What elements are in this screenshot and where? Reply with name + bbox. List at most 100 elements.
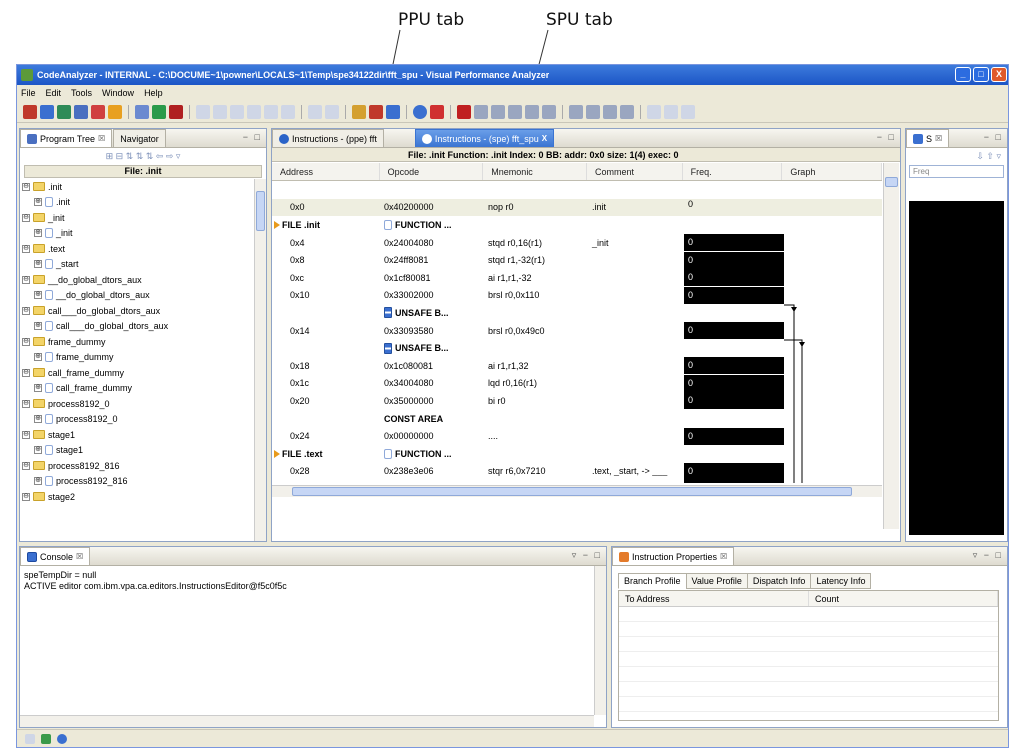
- collapse-icon[interactable]: ⊖: [22, 368, 30, 377]
- tab-spu-instructions[interactable]: Instructions - (spe) fft_spu X: [414, 129, 555, 147]
- close-tab-icon[interactable]: ☒: [935, 134, 942, 143]
- menu-tools[interactable]: Tools: [71, 88, 92, 98]
- search-icon[interactable]: [474, 104, 488, 119]
- collapse-icon[interactable]: ⊖: [22, 275, 30, 284]
- table-row[interactable]: 0x24 0x00000000.... 0: [272, 427, 882, 445]
- tab-side[interactable]: S ☒: [906, 129, 950, 147]
- column-to-address[interactable]: To Address: [619, 591, 809, 606]
- tree-item[interactable]: ⊕ process8192_0: [22, 412, 252, 428]
- back-icon[interactable]: [647, 104, 661, 119]
- instructions-hscrollbar[interactable]: [272, 485, 882, 497]
- tree-item[interactable]: ⊕ stage1: [22, 443, 252, 459]
- tab-console[interactable]: Console ☒: [20, 547, 91, 565]
- columns-icon[interactable]: [325, 104, 339, 119]
- close-tab-icon[interactable]: ☒: [98, 134, 105, 143]
- tree-item[interactable]: ⊖ stage1: [22, 427, 252, 443]
- table-row[interactable]: 0x20 0x35000000 bi r0 0: [272, 392, 882, 410]
- new-view-icon[interactable]: [25, 733, 35, 744]
- expand-icon[interactable]: ⊕: [34, 260, 42, 269]
- table-row[interactable]: 0xc 0x1cf80081 ai r1,r1,-32 0: [272, 269, 882, 287]
- view-controls[interactable]: ▿ − □: [973, 550, 1003, 561]
- menu-window[interactable]: Window: [102, 88, 134, 98]
- filter-icon[interactable]: [264, 104, 278, 119]
- step-icon[interactable]: [196, 104, 210, 119]
- console-scrollbar[interactable]: [594, 566, 606, 715]
- column-freq[interactable]: Freq.: [683, 163, 783, 180]
- tree-item[interactable]: ⊖ __do_global_dtors_aux: [22, 272, 252, 288]
- report-icon[interactable]: [525, 104, 539, 119]
- globe-icon[interactable]: [57, 733, 67, 744]
- expand-icon[interactable]: ⊕: [34, 229, 42, 238]
- expand-icon[interactable]: ⊕: [34, 353, 42, 362]
- expand-icon[interactable]: ⊕: [34, 477, 42, 486]
- view-controls[interactable]: − □: [984, 132, 1003, 142]
- freq-select[interactable]: Freq: [909, 165, 1004, 178]
- chart-icon[interactable]: [23, 104, 37, 119]
- collapse-icon[interactable]: ⊖: [22, 182, 30, 191]
- tree-item[interactable]: ⊖ call___do_global_dtors_aux: [22, 303, 252, 319]
- table-row[interactable]: 0x18 0x1c080081 ai r1,r1,32 0: [272, 357, 882, 375]
- section-row[interactable]: UNSAFE B...: [272, 339, 882, 357]
- tree-item[interactable]: ⊕ call___do_global_dtors_aux: [22, 319, 252, 335]
- console-hscrollbar[interactable]: [20, 715, 594, 727]
- step-return-icon[interactable]: [247, 104, 261, 119]
- section-row[interactable]: FILE .init FUNCTION ...: [272, 216, 882, 234]
- hotspot-icon[interactable]: [369, 104, 383, 119]
- monitor-icon[interactable]: [74, 104, 88, 119]
- record-icon[interactable]: [169, 104, 183, 119]
- profile-icon[interactable]: [57, 104, 71, 119]
- expand-icon[interactable]: ⊕: [34, 322, 42, 331]
- table-row[interactable]: 0x10 0x33002000 brsl r0,0x110 0: [272, 286, 882, 305]
- list-icon[interactable]: [508, 104, 522, 119]
- tab-dispatch-info[interactable]: Dispatch Info: [746, 573, 812, 589]
- close-tab-icon[interactable]: X: [542, 134, 547, 143]
- build-icon[interactable]: [135, 104, 149, 119]
- graph-icon[interactable]: [152, 104, 166, 119]
- scroll-thumb[interactable]: [885, 177, 898, 187]
- section-row[interactable]: FILE .text FUNCTION ...: [272, 445, 882, 463]
- bar-chart-icon[interactable]: [40, 104, 54, 119]
- column-count[interactable]: Count: [809, 591, 998, 606]
- table-icon[interactable]: [308, 104, 322, 119]
- tab-branch-profile[interactable]: Branch Profile: [618, 573, 687, 589]
- column-comment[interactable]: Comment: [587, 163, 683, 180]
- scroll-thumb[interactable]: [256, 191, 265, 231]
- export-icon[interactable]: [281, 104, 295, 119]
- tree-item[interactable]: ⊖ call_frame_dummy: [22, 365, 252, 381]
- table-row[interactable]: 0x0 0x40200000 nop r0 .init 0: [272, 198, 882, 217]
- instructions-scrollbar[interactable]: [883, 163, 899, 529]
- column-mnemonic[interactable]: Mnemonic: [483, 163, 587, 180]
- collapse-icon[interactable]: ⊖: [22, 399, 30, 408]
- open-perspective-icon[interactable]: [681, 104, 695, 119]
- forward-icon[interactable]: [664, 104, 678, 119]
- image-icon[interactable]: [620, 104, 634, 119]
- minimize-button[interactable]: _: [955, 67, 971, 82]
- tree-item[interactable]: ⊕ .init: [22, 195, 252, 211]
- tab-latency-info[interactable]: Latency Info: [810, 573, 872, 589]
- unlink-icon[interactable]: [586, 104, 600, 119]
- trace-icon[interactable]: [108, 104, 122, 119]
- collapse-icon[interactable]: ⊖: [22, 244, 30, 253]
- section-row[interactable]: UNSAFE B...: [272, 304, 882, 322]
- menu-edit[interactable]: Edit: [46, 88, 62, 98]
- tree-item[interactable]: ⊕ _init: [22, 226, 252, 242]
- collapse-icon[interactable]: ⊖: [22, 337, 30, 346]
- tree-item[interactable]: ⊖ .text: [22, 241, 252, 257]
- tab-ppu-instructions[interactable]: Instructions - (ppe) fft: [272, 129, 384, 147]
- column-graph[interactable]: Graph: [782, 163, 882, 180]
- target-icon[interactable]: [413, 104, 427, 119]
- compare-icon[interactable]: [542, 104, 556, 119]
- step-into-icon[interactable]: [230, 104, 244, 119]
- tab-program-tree[interactable]: Program Tree ☒: [20, 129, 113, 147]
- collapse-icon[interactable]: ⊖: [22, 430, 30, 439]
- table-row[interactable]: 0x4 0x24004080 stqd r0,16(r1) _init 0: [272, 234, 882, 252]
- tree-item[interactable]: ⊖ process8192_816: [22, 458, 252, 474]
- menu-file[interactable]: File: [21, 88, 36, 98]
- tree-item[interactable]: ⊕ _start: [22, 257, 252, 273]
- expand-icon[interactable]: ⊕: [34, 198, 42, 207]
- expand-icon[interactable]: ⊕: [34, 384, 42, 393]
- collapse-icon[interactable]: ⊖: [22, 213, 30, 222]
- warning-icon[interactable]: [430, 104, 444, 119]
- expand-icon[interactable]: ⊕: [34, 415, 42, 424]
- view-controls[interactable]: ▿ − □: [572, 550, 602, 561]
